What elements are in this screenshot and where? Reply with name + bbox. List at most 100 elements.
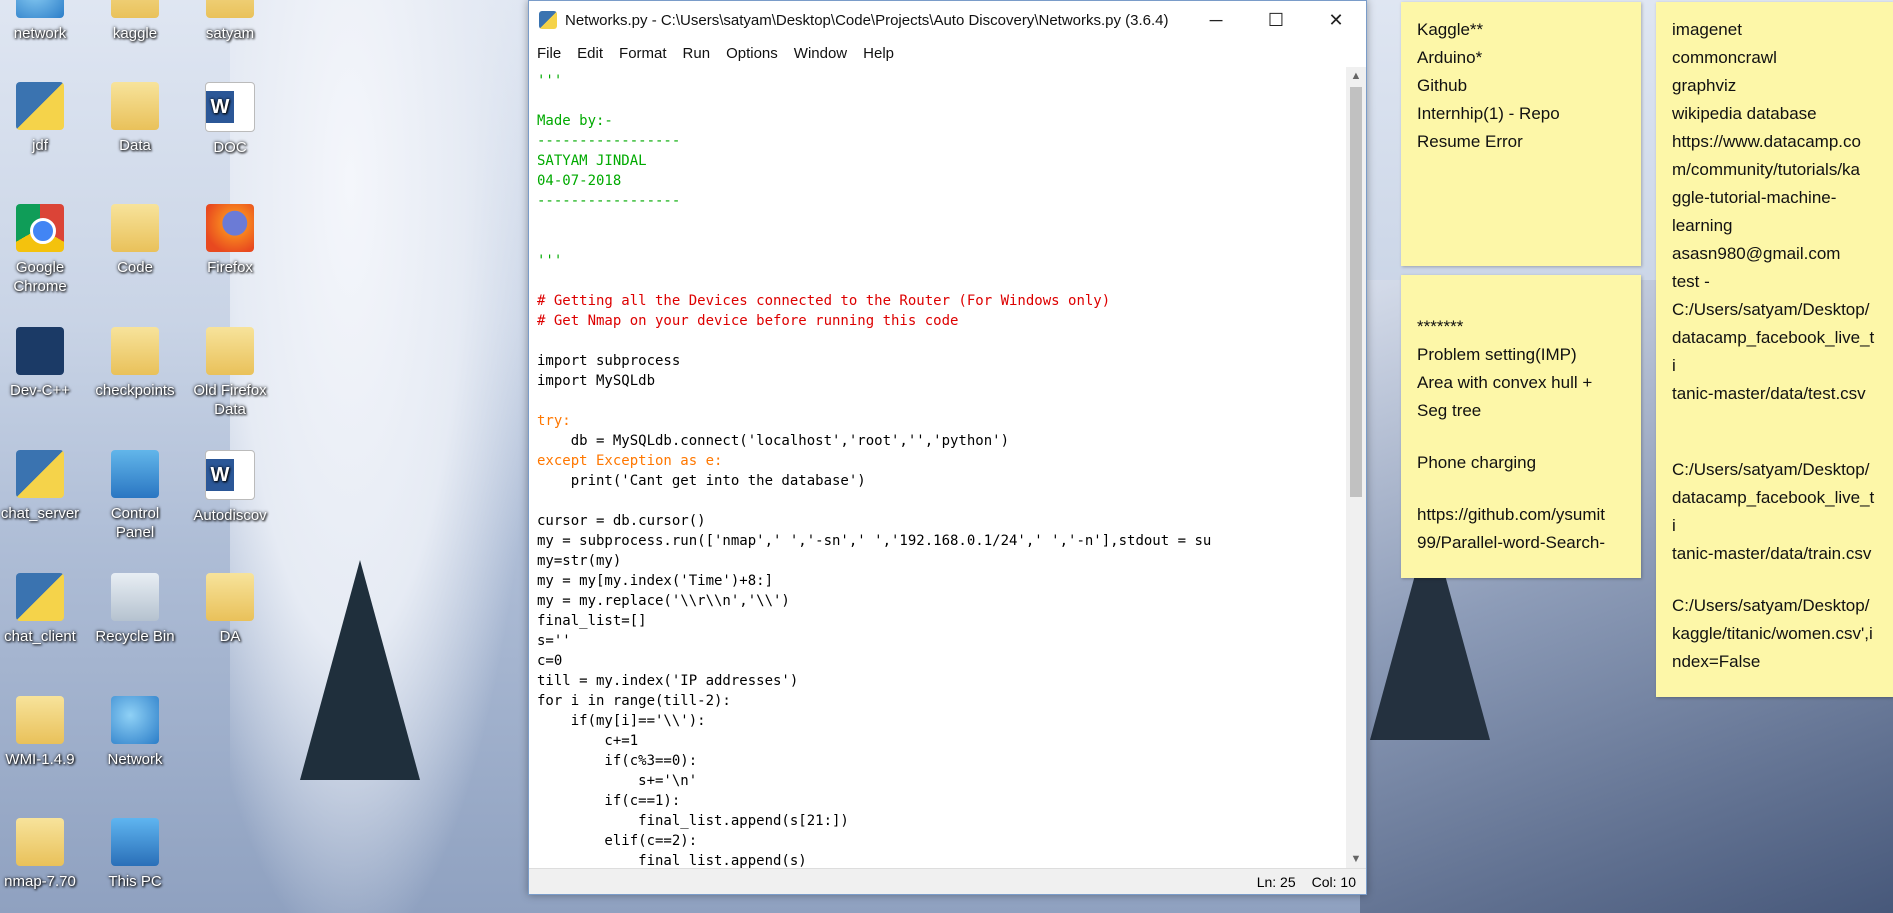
menu-file[interactable]: File: [537, 45, 561, 62]
desktop-icon-label: DA: [219, 628, 241, 645]
note-line: datacamp_facebook_live_ti: [1672, 488, 1875, 535]
desktop-icon[interactable]: Code: [90, 204, 180, 277]
desktop-icon[interactable]: DOC: [185, 82, 275, 157]
desktop-icon[interactable]: Data: [90, 82, 180, 155]
note-line: tanic-master/data/test.csv: [1672, 384, 1866, 403]
desktop-icon-label: Code: [117, 259, 153, 276]
scroll-down-arrow-icon[interactable]: ▼: [1346, 850, 1366, 868]
code-line: try:: [537, 413, 571, 429]
desktop-icon[interactable]: kaggle: [90, 0, 180, 43]
note-line: Github: [1417, 76, 1468, 95]
desktop-icon[interactable]: DA: [185, 573, 275, 646]
code-line: except Exception as e:: [537, 453, 723, 469]
desktop-icon-label: Google Chrome: [13, 259, 67, 295]
desktop-icon[interactable]: network: [0, 0, 85, 43]
desktop-icon[interactable]: Google Chrome: [0, 204, 85, 296]
word-doc-icon: [205, 450, 255, 500]
desktop-icon[interactable]: satyam: [185, 0, 275, 43]
code-line: my = my.replace('\\r\\n','\\'): [537, 593, 790, 609]
note-line: https://www.datacamp.co: [1672, 132, 1861, 151]
desktop-icon[interactable]: Old Firefox Data: [185, 327, 275, 419]
folder-icon: [206, 327, 254, 375]
code-line: print('Cant get into the database'): [537, 473, 866, 489]
desktop-icon-label: Network: [107, 751, 163, 768]
desktop-icon[interactable]: chat_client: [0, 573, 85, 646]
code-line: if(c%3==0):: [537, 753, 698, 769]
status-bar: Ln: 25 Col: 10: [529, 868, 1366, 894]
menu-format[interactable]: Format: [619, 45, 667, 62]
note-line: Seg tree: [1417, 401, 1482, 420]
desktop-icon[interactable]: Firefox: [185, 204, 275, 277]
status-column: Col: 10: [1311, 873, 1356, 890]
code-line: import MySQLdb: [537, 373, 656, 389]
code-line: c+=1: [537, 733, 639, 749]
maximize-button[interactable]: ☐: [1246, 1, 1306, 39]
desktop-icon[interactable]: This PC: [90, 818, 180, 891]
scrollbar-thumb[interactable]: [1350, 87, 1362, 497]
close-button[interactable]: ✕: [1306, 1, 1366, 39]
folder-icon: [206, 0, 254, 18]
code-line: db = MySQLdb.connect('localhost','root',…: [537, 433, 1010, 449]
desktop-icon[interactable]: chat_server: [0, 450, 85, 523]
code-line: s+='\n': [537, 773, 698, 789]
code-line: final_list=[]: [537, 613, 647, 629]
code-line: s='': [537, 633, 571, 649]
code-line: ''': [537, 253, 563, 269]
menu-options[interactable]: Options: [726, 45, 778, 62]
code-editor[interactable]: ''' Made by:- ----------------- SATYAM J…: [529, 67, 1346, 868]
folder-icon: [111, 327, 159, 375]
desktop-icon-label: Dev-C++: [9, 382, 71, 399]
note-line: [1417, 289, 1625, 313]
note-line: m/community/tutorials/ka: [1672, 160, 1860, 179]
menu-window[interactable]: Window: [794, 45, 847, 62]
code-line: my = my[my.index('Time')+8:]: [537, 573, 774, 589]
code-line: import subprocess: [537, 353, 681, 369]
wallpaper-tree: [300, 560, 420, 780]
note-line: [1672, 432, 1877, 456]
vertical-scrollbar[interactable]: ▲ ▼: [1346, 67, 1366, 868]
window-titlebar[interactable]: Networks.py - C:\Users\satyam\Desktop\Co…: [529, 1, 1366, 39]
python-file-icon: [16, 82, 64, 130]
scroll-up-arrow-icon[interactable]: ▲: [1346, 67, 1366, 85]
code-line: # Get Nmap on your device before running…: [537, 313, 959, 329]
desktop-icon[interactable]: Control Panel: [90, 450, 180, 542]
code-line: final_list.append(s): [537, 853, 807, 868]
code-line: my = subprocess.run(['nmap',' ','-sn',' …: [537, 533, 1212, 549]
desktop-icon[interactable]: Autodiscov: [185, 450, 275, 525]
desktop-icon-label: jdf: [32, 137, 48, 154]
code-line: if(c==1):: [537, 793, 681, 809]
desktop-icon[interactable]: jdf: [0, 82, 85, 155]
note-line: commoncrawl: [1672, 48, 1777, 67]
word-doc-icon: [205, 82, 255, 132]
window-title: Networks.py - C:\Users\satyam\Desktop\Co…: [565, 11, 1169, 29]
code-text[interactable]: ''' Made by:- ----------------- SATYAM J…: [529, 67, 1346, 868]
folder-icon: [16, 818, 64, 866]
note-line: tanic-master/data/train.csv: [1672, 544, 1872, 563]
sticky-note[interactable]: ******* Problem setting(IMP) Area with con…: [1401, 275, 1641, 578]
menu-help[interactable]: Help: [863, 45, 894, 62]
minimize-button[interactable]: ─: [1186, 1, 1246, 39]
note-line: [1672, 408, 1877, 432]
desktop-icon[interactable]: WMI-1.4.9: [0, 696, 85, 769]
note-line: *******: [1417, 317, 1464, 336]
sticky-note[interactable]: imagenet commoncrawl graphviz wikipedia dat…: [1656, 2, 1893, 697]
sticky-note[interactable]: Kaggle** Arduino* Github Internhip(1) - Rep…: [1401, 2, 1641, 266]
note-line: ggle-tutorial-machine-: [1672, 188, 1837, 207]
code-line: ''': [537, 73, 563, 89]
desktop-icon-label: This PC: [108, 873, 162, 890]
note-line: Arduino*: [1417, 48, 1483, 67]
code-line: cursor = db.cursor(): [537, 513, 706, 529]
desktop-icon-label: WMI-1.4.9: [5, 751, 75, 768]
desktop-icon-label: nmap-7.70: [4, 873, 76, 890]
code-line: final_list.append(s[21:]): [537, 813, 849, 829]
idle-editor-window: Networks.py - C:\Users\satyam\Desktop\Co…: [528, 0, 1367, 895]
desktop-icon[interactable]: Network: [90, 696, 180, 769]
desktop-icon[interactable]: Recycle Bin: [90, 573, 180, 646]
menu-edit[interactable]: Edit: [577, 45, 603, 62]
note-line: wikipedia database: [1672, 104, 1817, 123]
desktop-icon[interactable]: nmap-7.70: [0, 818, 85, 891]
desktop-icon[interactable]: Dev-C++: [0, 327, 85, 400]
desktop-icon[interactable]: checkpoints: [90, 327, 180, 400]
code-line: till = my.index('IP addresses'): [537, 673, 799, 689]
menu-run[interactable]: Run: [683, 45, 711, 62]
